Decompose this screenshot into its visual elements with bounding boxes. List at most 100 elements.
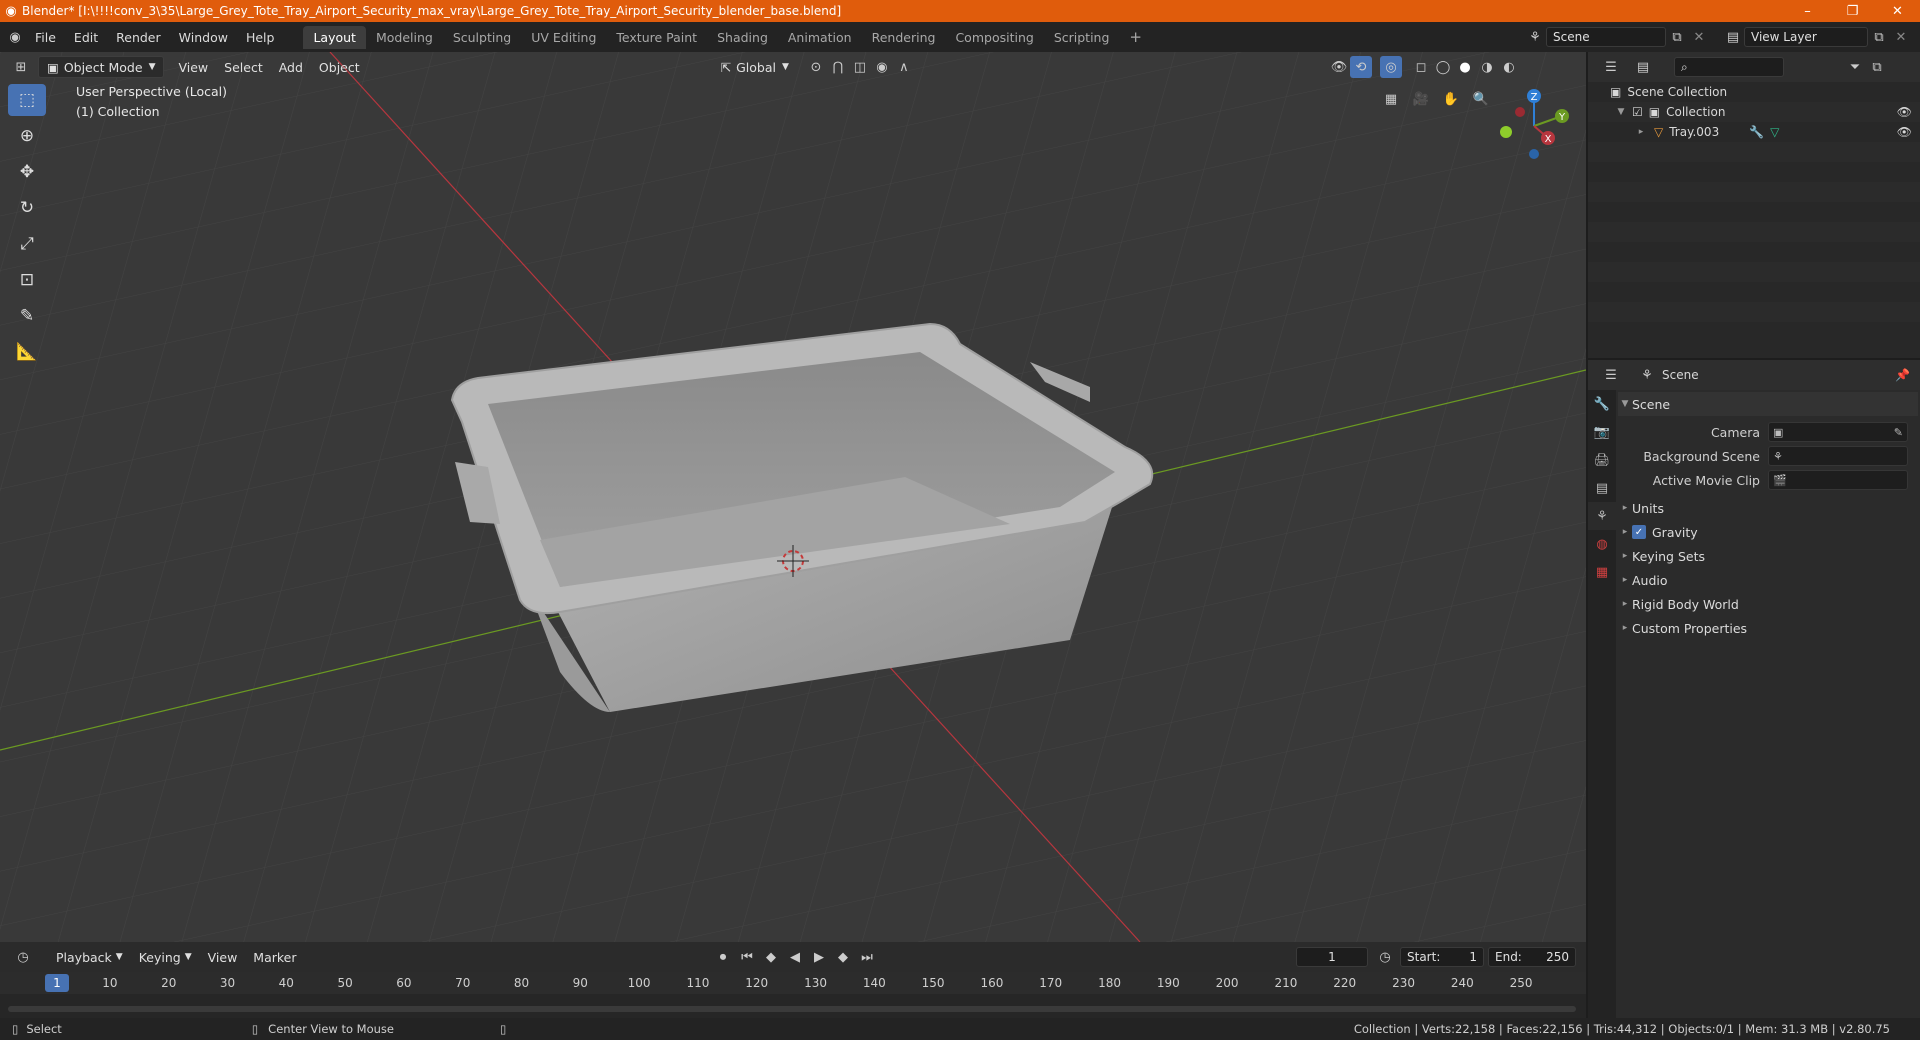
next-keyframe-icon[interactable]: ◆ [832, 946, 854, 968]
expand-arrow-icon[interactable]: ▸ [1634, 127, 1648, 137]
menu-select[interactable]: Select [216, 56, 271, 78]
new-scene-icon[interactable]: ⧉ [1666, 26, 1688, 48]
timeline-editor-icon[interactable]: ◷ [12, 946, 34, 968]
expand-arrow-icon[interactable]: ▼ [1614, 107, 1628, 117]
wireframe-shading-icon[interactable]: ◯ [1432, 56, 1454, 78]
menu-keying[interactable]: Keying ▼ [131, 946, 200, 968]
rendered-shading-icon[interactable]: ◐ [1498, 56, 1520, 78]
scene-selector[interactable]: Scene [1546, 27, 1666, 47]
add-workspace-button[interactable]: + [1119, 24, 1152, 50]
keying-sets-panel[interactable]: ▸ Keying Sets [1618, 544, 1918, 568]
pin-icon[interactable]: 📌 [1895, 368, 1910, 382]
blender-menu-icon[interactable]: ◉ [4, 26, 26, 48]
grid-view-icon[interactable]: ▦ [1380, 88, 1402, 110]
scene-icon[interactable]: ⚘ [1524, 26, 1546, 48]
menu-file[interactable]: File [26, 30, 65, 45]
tab-sculpting[interactable]: Sculpting [443, 26, 521, 49]
editor-type-icon[interactable]: ⊞ [10, 56, 32, 78]
new-view-layer-icon[interactable]: ⧉ [1868, 26, 1890, 48]
measure-tool-icon[interactable]: 📐 [8, 336, 46, 368]
audio-panel[interactable]: ▸ Audio [1618, 568, 1918, 592]
texture-tab-icon[interactable]: ▦ [1588, 558, 1616, 586]
output-tab-icon[interactable]: 🖨 [1588, 446, 1616, 474]
tool-tab-icon[interactable]: 🔧 [1588, 390, 1616, 418]
view-layer-tab-icon[interactable]: ▤ [1588, 474, 1616, 502]
3d-viewport[interactable] [0, 52, 1586, 942]
menu-playback[interactable]: Playback ▼ [48, 946, 131, 968]
close-button[interactable]: ✕ [1875, 0, 1920, 22]
remove-view-layer-icon[interactable]: ✕ [1890, 26, 1912, 48]
outliner-search-input[interactable]: ⌕ [1674, 57, 1784, 77]
pivot-icon[interactable]: ⊙ [805, 56, 827, 78]
outliner-editor-icon[interactable]: ☰ [1600, 56, 1622, 78]
tab-animation[interactable]: Animation [778, 26, 862, 49]
visibility-icon[interactable]: 👁 [1328, 56, 1350, 78]
custom-properties-panel[interactable]: ▸ Custom Properties [1618, 616, 1918, 640]
menu-edit[interactable]: Edit [65, 30, 107, 45]
exclude-checkbox[interactable]: ☑ [1632, 105, 1643, 119]
timeline-scrollbar[interactable] [8, 1006, 1576, 1012]
frame-ruler[interactable]: 1 10 20 30 40 50 60 70 80 90 100 110 120 130 140 150 160… [0, 972, 1586, 994]
menu-view[interactable]: View [170, 56, 216, 78]
new-collection-icon[interactable]: ⧉ [1866, 56, 1888, 78]
world-tab-icon[interactable]: ◍ [1588, 530, 1616, 558]
active-movie-clip-field[interactable]: 🎬 [1768, 470, 1908, 490]
zoom-icon[interactable]: 🔍 [1470, 88, 1492, 110]
view-layer-selector[interactable]: View Layer [1744, 27, 1868, 47]
outliner-row-object[interactable]: ▸ ▽ Tray.003 🔧 ▽ 👁 [1588, 122, 1920, 142]
current-frame-field[interactable]: 1 [1296, 947, 1368, 967]
playhead[interactable]: 1 [45, 974, 69, 992]
modifier-wrench-icon[interactable]: 🔧 [1749, 125, 1764, 139]
mode-selector[interactable]: ▣ Object Mode ▼ [38, 56, 165, 78]
jump-end-icon[interactable]: ⏭ [856, 946, 878, 968]
menu-render[interactable]: Render [107, 30, 170, 45]
menu-object[interactable]: Object [311, 56, 368, 78]
clock-icon[interactable]: ◷ [1374, 946, 1396, 968]
proportional-edit-icon[interactable]: ◉ [871, 56, 893, 78]
rotate-tool-icon[interactable]: ↻ [8, 192, 46, 224]
units-panel[interactable]: ▸ Units [1618, 496, 1918, 520]
tab-compositing[interactable]: Compositing [945, 26, 1043, 49]
outliner-row-collection[interactable]: ▼ ☑ ▣ Collection 👁 [1588, 102, 1920, 122]
play-reverse-icon[interactable]: ◀ [784, 946, 806, 968]
navigation-gizmo[interactable]: Z Y X [1492, 84, 1572, 164]
jump-start-icon[interactable]: ⏮ [736, 946, 758, 968]
transform-tool-icon[interactable]: ⊡ [8, 264, 46, 296]
gravity-panel[interactable]: ▸ ✓ Gravity [1618, 520, 1918, 544]
background-scene-field[interactable]: ⚘ [1768, 446, 1908, 466]
material-shading-icon[interactable]: ◑ [1476, 56, 1498, 78]
minimize-button[interactable]: – [1785, 0, 1830, 22]
end-frame-field[interactable]: End: 250 [1488, 947, 1576, 967]
xray-icon[interactable]: ◻ [1410, 56, 1432, 78]
select-box-tool-icon[interactable]: ⬚ [8, 84, 46, 116]
camera-view-icon[interactable]: 🎥 [1410, 88, 1432, 110]
record-icon[interactable]: ⏺ [712, 946, 734, 968]
tab-shading[interactable]: Shading [707, 26, 778, 49]
menu-timeline-view[interactable]: View [200, 946, 246, 968]
transform-orientation-selector[interactable]: ⇱ Global ▼ [713, 56, 797, 78]
cursor-tool-icon[interactable]: ⊕ [8, 120, 46, 152]
mesh-data-icon[interactable]: ▽ [1770, 125, 1779, 139]
scale-tool-icon[interactable]: ⤢ [8, 228, 46, 260]
pan-hand-icon[interactable]: ✋ [1440, 88, 1462, 110]
tab-modeling[interactable]: Modeling [366, 26, 443, 49]
eye-icon[interactable]: 👁 [1897, 105, 1912, 119]
start-frame-field[interactable]: Start: 1 [1400, 947, 1484, 967]
prev-keyframe-icon[interactable]: ◆ [760, 946, 782, 968]
scene-panel-header[interactable]: ▼ Scene [1618, 392, 1918, 416]
tab-layout[interactable]: Layout [303, 25, 366, 49]
overlay-toggle-icon[interactable]: ◎ [1380, 56, 1402, 78]
eye-icon[interactable]: 👁 [1897, 125, 1912, 139]
view-layer-icon[interactable]: ▤ [1722, 26, 1744, 48]
rigid-body-world-panel[interactable]: ▸ Rigid Body World [1618, 592, 1918, 616]
move-tool-icon[interactable]: ✥ [8, 156, 46, 188]
falloff-icon[interactable]: ∧ [893, 56, 915, 78]
snap-icon[interactable]: ⋂ [827, 56, 849, 78]
properties-editor-icon[interactable]: ☰ [1600, 364, 1622, 386]
menu-add[interactable]: Add [271, 56, 311, 78]
filter-icon[interactable]: ⏷ [1844, 56, 1866, 78]
scene-tab-icon[interactable]: ⚘ [1588, 502, 1616, 530]
outliner-row-scene-collection[interactable]: ▣ Scene Collection [1588, 82, 1920, 102]
annotate-tool-icon[interactable]: ✎ [8, 300, 46, 332]
menu-marker[interactable]: Marker [245, 946, 304, 968]
